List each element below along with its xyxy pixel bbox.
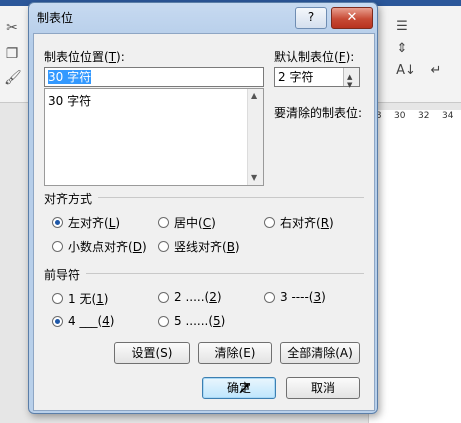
leader-group-title: 前导符 [44,268,81,282]
ruler-number: 32 [418,111,430,121]
close-button[interactable]: ✕ [331,7,373,29]
radio-label: 左对齐(L) [68,216,121,230]
radio-label: 2 .....(2) [174,290,222,304]
ruler-number: 34 [442,111,454,121]
radio-dot [158,217,169,228]
align-left-radio[interactable]: 左对齐(L) [52,214,120,231]
leader-underline-radio[interactable]: 4 ___(4) [52,314,114,328]
format-painter-icon[interactable]: 🖌 [4,70,22,86]
radio-label: 5 ......(5) [174,314,226,328]
radio-dot [52,315,63,327]
list-scrollbar[interactable]: ▲ ▼ [247,89,263,185]
radio-label: 1 无(1) [68,292,109,306]
group-divider [86,273,364,274]
list-item[interactable]: 30 字符 [48,92,91,109]
leader-dashes-radio[interactable]: 3 ----(3) [264,290,326,304]
radio-dot [158,315,169,327]
dialog-body: 制表位位置(T): 30 字符 30 字符 ▲ ▼ 默认制表位(F): 2 字符… [33,33,375,411]
radio-dot [264,291,275,303]
scroll-down-icon[interactable]: ▼ [251,173,257,182]
clear-all-button[interactable]: 全部清除(A) [280,342,360,364]
cut-icon[interactable]: ✂ [4,20,20,36]
radio-dot [52,241,63,252]
radio-label: 右对齐(R) [280,216,334,230]
align-right-radio[interactable]: 右对齐(R) [264,214,334,231]
tab-position-list[interactable]: 30 字符 ▲ ▼ [44,88,264,186]
mouse-cursor-icon: ➚ [238,378,252,397]
radio-label: 居中(C) [174,216,216,230]
alignment-group-title: 对齐方式 [44,192,93,206]
document-page[interactable] [368,124,461,423]
copy-icon[interactable]: ❐ [4,46,20,62]
paragraph-spacing-icon[interactable]: ⇕ [392,40,412,58]
leader-dots-radio[interactable]: 2 .....(2) [158,290,222,304]
clear-button[interactable]: 清除(E) [198,342,272,364]
spin-down-icon[interactable]: ▼ [347,77,352,93]
radio-label: 4 ___(4) [68,314,115,328]
tab-position-input[interactable]: 30 字符 [44,67,264,87]
radio-label: 3 ----(3) [280,290,326,304]
default-tab-stepper[interactable]: 2 字符 ▲ ▼ [274,67,360,89]
default-tab-label: 默认制表位(F): [274,50,355,64]
radio-label: 竖线对齐(B) [174,240,240,254]
radio-dot [264,217,275,228]
radio-dot [158,291,169,303]
align-decimal-radio[interactable]: 小数点对齐(D) [52,238,147,255]
align-bar-radio[interactable]: 竖线对齐(B) [158,238,240,255]
ribbon-left-group: ✂ ❐ 🖌 [0,6,31,102]
group-divider [98,197,364,198]
radio-dot [158,241,169,252]
radio-dot [52,217,63,228]
align-center-radio[interactable]: 居中(C) [158,214,216,231]
tab-position-value: 30 字符 [48,70,92,84]
tabs-dialog: 制表位 ? ✕ 制表位位置(T): 30 字符 30 字符 ▲ ▼ 默认制表位(… [28,2,378,414]
dialog-title: 制表位 [37,11,74,25]
set-button[interactable]: 设置(S) [114,342,190,364]
default-tab-value: 2 字符 [278,70,314,84]
ruler-number: 30 [394,111,406,121]
tab-position-label: 制表位位置(T): [44,50,125,64]
line-spacing-icon[interactable]: ☰ [392,18,412,36]
radio-dot [52,293,63,304]
sort-icon[interactable]: A↓ [396,62,416,80]
spinner[interactable]: ▲ ▼ [343,68,359,89]
cancel-button[interactable]: 取消 [286,377,360,399]
show-marks-icon[interactable]: ↵ [426,62,446,80]
clear-tabs-label: 要清除的制表位: [274,106,363,120]
leader-none-radio[interactable]: 1 无(1) [52,290,108,307]
radio-label: 小数点对齐(D) [68,240,147,254]
leader-middle-dots-radio[interactable]: 5 ......(5) [158,314,225,328]
scroll-up-icon[interactable]: ▲ [251,91,257,100]
help-button[interactable]: ? [295,7,327,29]
